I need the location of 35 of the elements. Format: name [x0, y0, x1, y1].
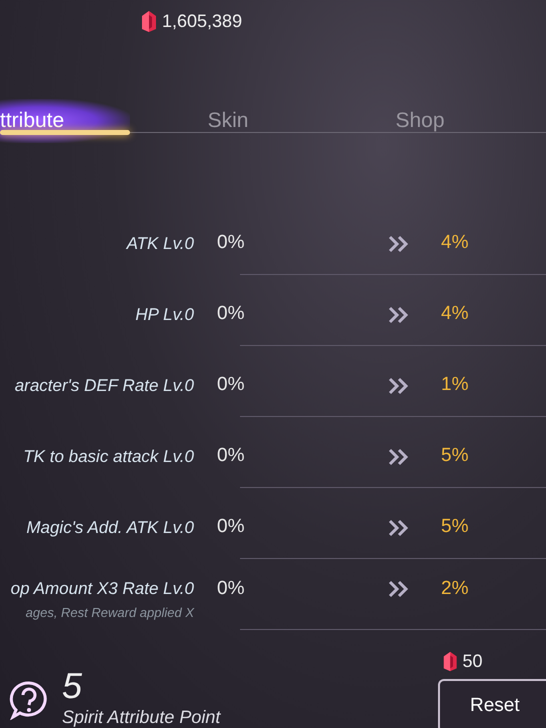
current-value: 0%: [217, 515, 246, 540]
attribute-name: Magic's Add. ATK Lv.0: [25, 516, 194, 539]
currency-amount: 1,605,389: [162, 10, 242, 32]
current-value: 0%: [217, 576, 246, 600]
current-value: 0%: [217, 373, 246, 398]
next-value: 5%: [441, 444, 468, 468]
attribute-name: TK to basic attack Lv.0: [22, 446, 194, 468]
points-label: Spirit Attribute Point: [62, 706, 220, 728]
gem-icon: [442, 650, 458, 672]
attribute-name: aracter's DEF Rate Lv.0: [14, 374, 194, 397]
double-chevron-icon: [387, 578, 411, 599]
attribute-name: op Amount X3 Rate Lv.0: [10, 578, 194, 600]
current-value: 0%: [217, 444, 246, 468]
next-value: 2%: [441, 576, 468, 600]
help-icon[interactable]: [8, 680, 50, 720]
attribute-note: ages, Rest Reward applied X: [24, 604, 194, 622]
double-chevron-icon: [387, 446, 411, 466]
double-chevron-icon: [387, 518, 411, 538]
tab[interactable]: Skin: [130, 99, 326, 143]
attribute-name: HP Lv.0: [134, 304, 194, 326]
reset-button[interactable]: Reset: [438, 679, 546, 728]
tab[interactable]: Shop: [326, 99, 514, 143]
double-chevron-icon: [387, 234, 411, 254]
attribute-name: ATK Lv.0: [125, 232, 194, 255]
next-value: 4%: [441, 302, 468, 326]
next-value: 5%: [441, 515, 468, 540]
next-value: 4%: [441, 231, 468, 256]
double-chevron-icon: [387, 376, 411, 396]
double-chevron-icon: [387, 304, 411, 324]
current-value: 0%: [217, 302, 246, 326]
current-value: 0%: [217, 231, 246, 256]
gem-icon: [140, 9, 158, 33]
points-value: 5: [62, 668, 84, 704]
reset-cost: 50: [462, 650, 483, 672]
next-value: 1%: [441, 373, 468, 398]
